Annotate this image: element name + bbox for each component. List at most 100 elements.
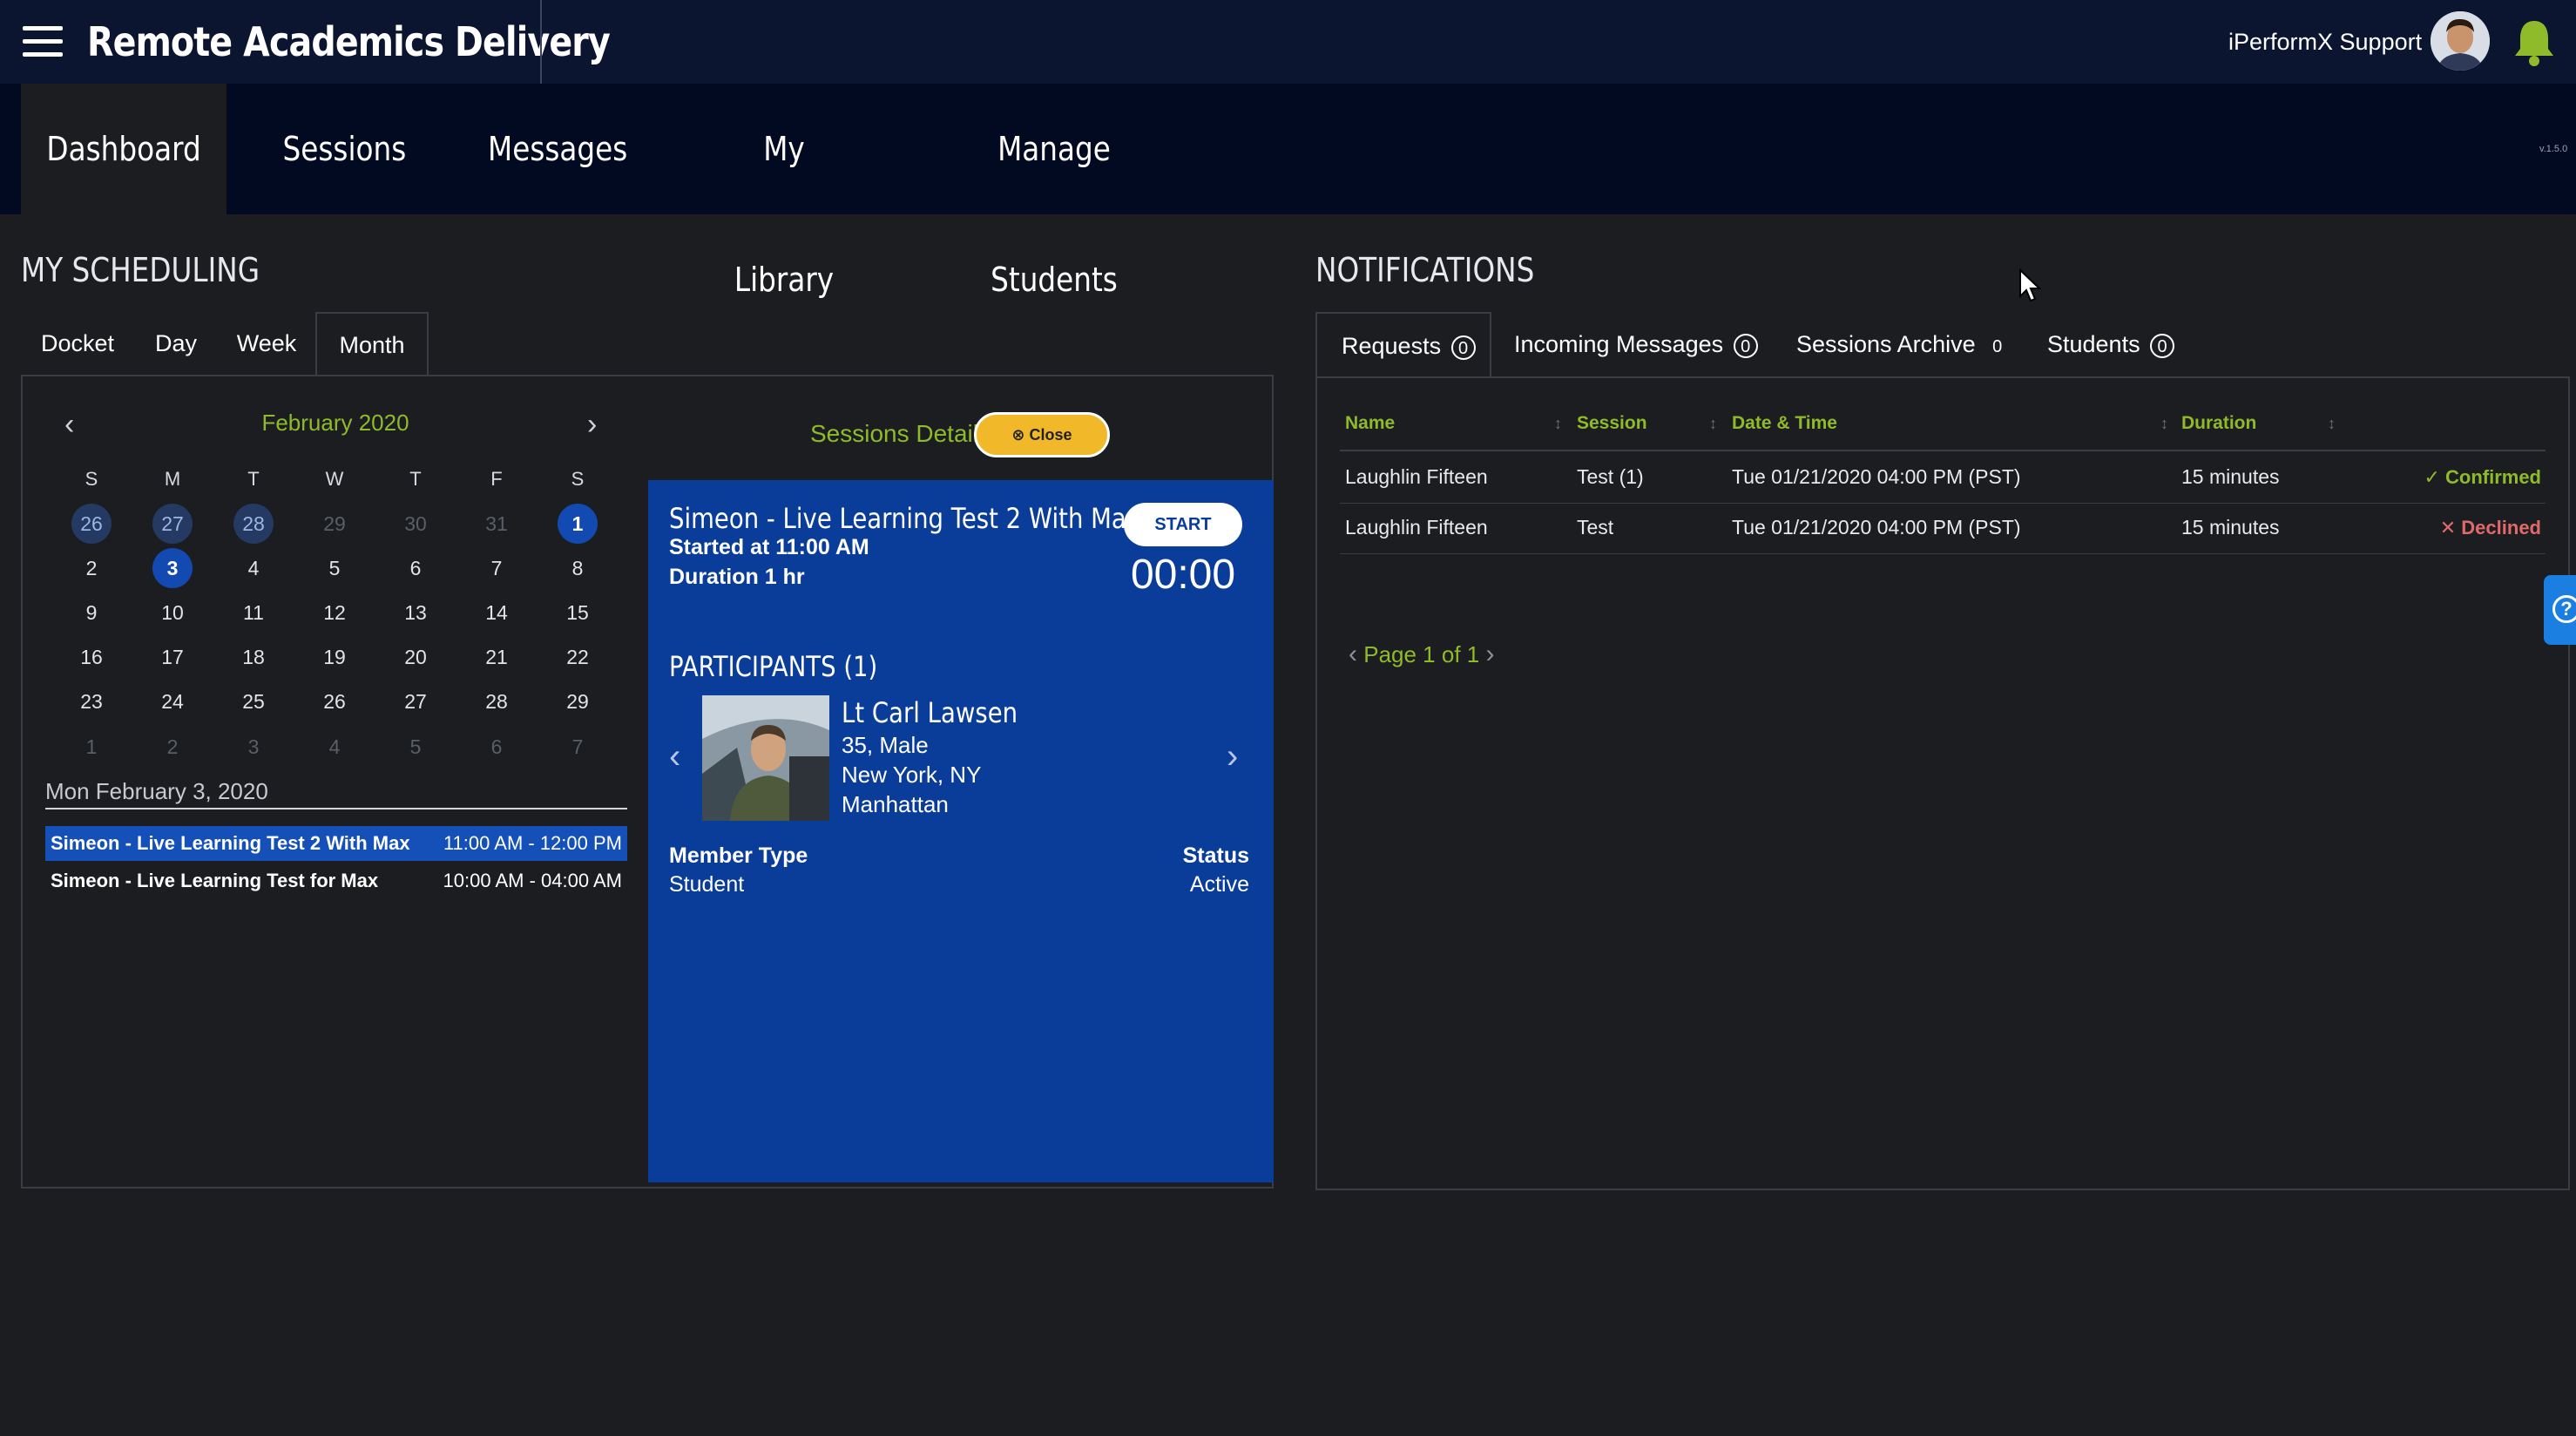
calendar-day[interactable]: 28 [477,681,517,721]
notification-bell-icon[interactable] [2509,16,2559,68]
notif-tab-requests[interactable]: Requests 0 [1315,312,1491,376]
prev-page-chevron-icon[interactable]: ‹ [1349,640,1357,668]
nav-tab-label: My Library [734,130,835,299]
notif-tab-sessions-archive[interactable]: Sessions Archive 0 [1796,312,2002,376]
calendar-day[interactable]: 14 [477,593,517,633]
weekday-label: S [85,468,98,490]
calendar-day[interactable]: 15 [558,593,598,633]
event-row[interactable]: Simeon - Live Learning Test 2 With Max 1… [45,826,627,861]
calendar-day[interactable]: 1 [71,727,112,767]
calendar-day[interactable]: 7 [477,548,517,588]
close-details-button[interactable]: ⊗ Close [974,412,1110,457]
nav-tab-my-library[interactable]: My Library [697,84,871,299]
row-datetime: Tue 01/21/2020 04:00 PM (PST) [1732,516,2021,538]
status-value: Active [1189,872,1249,897]
participant-name: Lt Carl Lawsen [842,696,1018,729]
sort-icon[interactable]: ↕ [2328,415,2336,433]
calendar-day[interactable]: 3 [233,727,274,767]
calendar-day[interactable]: 10 [152,593,193,633]
calendar-day[interactable]: 22 [558,637,598,677]
nav-tab-messages[interactable]: Messages [470,84,645,214]
help-question-icon[interactable]: ? [2552,595,2576,623]
status-label: Status [1182,843,1249,868]
event-name: Simeon - Live Learning Test 2 With Max [51,832,410,854]
calendar-day[interactable]: 6 [396,548,436,588]
calendar-day[interactable]: 4 [314,727,355,767]
calendar-day[interactable]: 9 [71,593,112,633]
calendar-day[interactable]: 20 [396,637,436,677]
calendar-day[interactable]: 17 [152,637,193,677]
column-header-name[interactable]: Name [1345,413,1395,434]
view-tab-month[interactable]: Month [315,312,429,376]
calendar-day[interactable]: 27 [152,504,193,544]
user-avatar[interactable] [2431,11,2490,71]
notif-tab-students[interactable]: Students 0 [2047,312,2175,376]
weekday-label: S [571,468,585,490]
row-status-confirmed: ✓ Confirmed [2424,466,2541,489]
calendar-day[interactable]: 30 [396,504,436,544]
sort-icon[interactable]: ↕ [1709,415,1717,433]
calendar-day[interactable]: 13 [396,593,436,633]
calendar-day[interactable]: 4 [233,548,274,588]
nav-tab-sessions[interactable]: Sessions [261,84,427,214]
calendar-day[interactable]: 16 [71,637,112,677]
notif-tab-incoming-messages[interactable]: Incoming Messages 0 [1514,312,1758,376]
user-name[interactable]: iPerformX Support [2228,26,2422,58]
column-header-session[interactable]: Session [1577,413,1647,434]
calendar-day[interactable]: 18 [233,637,274,677]
page-indicator: Page 1 of 1 [1363,641,1480,667]
hamburger-menu-icon[interactable] [23,26,63,58]
nav-tab-dashboard[interactable]: Dashboard [21,84,226,214]
next-page-chevron-icon[interactable]: › [1485,640,1494,668]
calendar-day[interactable]: 26 [314,681,355,721]
calendar-day[interactable]: 12 [314,593,355,633]
status-text: Declined [2461,517,2541,538]
calendar-day[interactable]: 31 [477,504,517,544]
event-time: 11:00 AM - 12:00 PM [443,832,622,854]
calendar-day[interactable]: 27 [396,681,436,721]
title-divider [540,0,542,84]
event-row[interactable]: Simeon - Live Learning Test for Max 10:0… [45,864,627,898]
weekday-label: W [325,468,344,490]
calendar-day[interactable]: 28 [233,504,274,544]
calendar-day[interactable]: 5 [396,727,436,767]
calendar-day[interactable]: 21 [477,637,517,677]
prev-month-chevron-icon[interactable]: ‹ [64,408,74,442]
calendar-day[interactable]: 23 [71,681,112,721]
pagination: ‹ Page 1 of 1 › [1349,640,1494,669]
start-session-button[interactable]: START [1124,503,1242,546]
row-name: Laughlin Fifteen [1345,516,1488,538]
view-tab-week[interactable]: Week [223,312,310,375]
sort-icon[interactable]: ↕ [2160,415,2168,433]
view-tab-docket[interactable]: Docket [23,312,132,375]
nav-tab-manage-students[interactable]: Manage Students [923,84,1185,299]
notifications-title: NOTIFICATIONS [1315,251,1535,289]
column-header-date-time[interactable]: Date & Time [1732,413,1837,434]
date-divider [45,808,627,809]
next-month-chevron-icon[interactable]: › [587,408,597,442]
calendar-day[interactable]: 1 [558,504,598,544]
sort-icon[interactable]: ↕ [1554,415,1562,433]
calendar-day[interactable]: 29 [558,681,598,721]
next-participant-chevron-icon[interactable]: › [1227,737,1238,776]
weekday-label: F [490,468,503,490]
app-title: Remote Academics Delivery [87,18,611,65]
calendar-day[interactable]: 26 [71,504,112,544]
column-header-duration[interactable]: Duration [2181,413,2256,434]
calendar-day[interactable]: 2 [152,727,193,767]
row-duration: 15 minutes [2181,465,2280,488]
participants-title: PARTICIPANTS (1) [669,650,878,683]
calendar-day[interactable]: 25 [233,681,274,721]
calendar-day[interactable]: 8 [558,548,598,588]
view-tab-day[interactable]: Day [139,312,213,375]
calendar-day[interactable]: 5 [314,548,355,588]
calendar-day[interactable]: 6 [477,727,517,767]
calendar-day[interactable]: 24 [152,681,193,721]
calendar-day[interactable]: 3 [152,548,193,588]
prev-participant-chevron-icon[interactable]: ‹ [669,737,680,776]
calendar-day[interactable]: 7 [558,727,598,767]
calendar-day[interactable]: 2 [71,548,112,588]
calendar-day[interactable]: 19 [314,637,355,677]
calendar-day[interactable]: 29 [314,504,355,544]
calendar-day[interactable]: 11 [233,593,274,633]
